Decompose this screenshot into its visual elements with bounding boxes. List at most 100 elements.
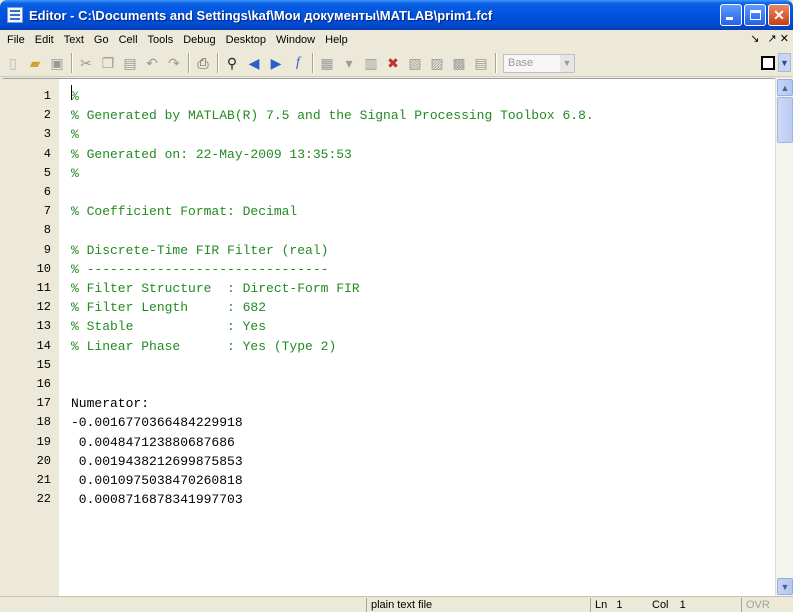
code-line[interactable]: 8	[3, 221, 775, 240]
vertical-scrollbar[interactable]: ▲ ▼	[775, 78, 793, 596]
step-out-icon[interactable]: ▧	[404, 52, 426, 74]
code-line[interactable]: 11 % Filter Structure : Direct-Form FIR	[3, 279, 775, 298]
code-line[interactable]: 16	[3, 375, 775, 394]
breakpoint-icon[interactable]: ▦	[316, 52, 338, 74]
line-number: 3	[43, 127, 51, 142]
code-line[interactable]: 12 % Filter Length : 682	[3, 298, 775, 317]
stack-icon[interactable]: ▾	[338, 52, 360, 74]
code-line[interactable]: 20 0.0019438212699875853	[3, 452, 775, 471]
toolbar-separator	[217, 53, 218, 73]
print-icon[interactable]: ⎙	[192, 52, 214, 74]
undock-close-icon[interactable]: ↗ ✕	[768, 32, 790, 45]
workspace-stack-label: Base	[508, 57, 534, 69]
toolbar-separator	[71, 53, 72, 73]
function-icon[interactable]: f	[287, 52, 309, 74]
menu-file[interactable]: File	[2, 34, 30, 46]
menu-window[interactable]: Window	[271, 34, 320, 46]
code-line[interactable]: 2 % Generated by MATLAB(R) 7.5 and the Si…	[3, 106, 775, 125]
code-editor[interactable]: 1% 2 % Generated by MATLAB(R) 7.5 and the …	[3, 78, 775, 596]
line-number: 10	[36, 261, 51, 276]
menu-cell[interactable]: Cell	[114, 34, 143, 46]
code-text: 0.0019438212699875853	[71, 453, 243, 469]
code-line[interactable]: 18 -0.0016770366484229918	[3, 413, 775, 432]
minimize-icon	[726, 17, 733, 20]
code-line[interactable]: 21 0.0010975038470260818	[3, 471, 775, 490]
code-line[interactable]: 19 0.004847123880687686	[3, 433, 775, 452]
code-line[interactable]: 6	[3, 183, 775, 202]
comment-text: % Linear Phase : Yes (Type 2)	[71, 338, 337, 354]
maximize-button[interactable]	[744, 4, 766, 26]
title-bar[interactable]: Editor - C:\Documents and Settings\kaf\М…	[0, 0, 793, 30]
code-line[interactable]: 14 % Linear Phase : Yes (Type 2)	[3, 337, 775, 356]
comment-text: % Generated on: 22-May-2009 13:35:53	[71, 146, 352, 162]
menu-help[interactable]: Help	[320, 34, 353, 46]
open-folder-icon[interactable]: ▰	[24, 52, 46, 74]
line-number: 2	[43, 108, 51, 123]
status-bar: plain text file Ln 1 Col 1 OVR	[0, 596, 793, 612]
toolbar: ▯ ▰ ▣ ✂ ❐ ▤ ↶ ↷ ⎙ ⚲ ◀ ▶ f ▦ ▾ ▥ ✖ ▧ ▨ ▩ …	[0, 50, 793, 77]
editor-app-icon[interactable]	[7, 7, 23, 23]
code-line[interactable]: 17 Numerator:	[3, 394, 775, 413]
dock-arrow-icon[interactable]: ↘	[750, 32, 759, 45]
back-icon[interactable]: ◀	[243, 52, 265, 74]
forward-icon[interactable]: ▶	[265, 52, 287, 74]
paste-icon[interactable]: ▤	[119, 52, 141, 74]
continue-icon[interactable]: ▨	[426, 52, 448, 74]
find-icon[interactable]: ⚲	[221, 52, 243, 74]
new-file-icon[interactable]: ▯	[2, 52, 24, 74]
scroll-up-button[interactable]: ▲	[777, 79, 793, 96]
code-line[interactable]: 9 % Discrete-Time FIR Filter (real)	[3, 241, 775, 260]
menu-tools[interactable]: Tools	[143, 34, 179, 46]
scroll-down-button[interactable]: ▼	[777, 578, 793, 595]
code-line[interactable]: 15	[3, 356, 775, 375]
menu-dock-controls: ↘ ↗ ✕	[750, 32, 789, 45]
line-number: 14	[36, 338, 51, 353]
line-number: 19	[36, 434, 51, 449]
line-number: 18	[36, 415, 51, 430]
step-in-icon[interactable]: ✖	[382, 52, 404, 74]
exit-debug-icon[interactable]: ▩	[448, 52, 470, 74]
scroll-thumb[interactable]	[777, 97, 793, 143]
code-line[interactable]: 13 % Stable : Yes	[3, 317, 775, 336]
line-number: 20	[36, 453, 51, 468]
chevron-down-icon: ▼	[560, 54, 574, 72]
save-icon[interactable]: ▣	[46, 52, 68, 74]
code-line[interactable]: 7 % Coefficient Format: Decimal	[3, 202, 775, 221]
menu-text[interactable]: Text	[59, 34, 89, 46]
code-line[interactable]: 10 % -------------------------------	[3, 260, 775, 279]
close-button[interactable]: ✕	[768, 4, 790, 26]
comment-text: % Coefficient Format: Decimal	[71, 204, 298, 220]
menu-desktop[interactable]: Desktop	[221, 34, 271, 46]
text-caret	[71, 85, 72, 100]
menu-go[interactable]: Go	[89, 34, 114, 46]
code-line[interactable]: 3%	[3, 125, 775, 144]
workspace-stack-select[interactable]: Base ▼	[503, 53, 575, 73]
line-number: 8	[43, 223, 51, 238]
maximize-icon	[750, 10, 761, 20]
code-line[interactable]: 4 % Generated on: 22-May-2009 13:35:53	[3, 145, 775, 164]
layout-icon[interactable]	[761, 55, 775, 70]
code-line[interactable]: 22 0.0008716878341997703	[3, 490, 775, 509]
comment-text: % Filter Structure : Direct-Form FIR	[71, 281, 360, 296]
code-line[interactable]: 1%	[3, 87, 775, 106]
redo-icon[interactable]: ↷	[163, 52, 185, 74]
comment-text: % -------------------------------	[71, 261, 329, 277]
menu-debug[interactable]: Debug	[178, 34, 220, 46]
menu-edit[interactable]: Edit	[30, 34, 59, 46]
line-number: 16	[36, 377, 51, 391]
exit-icon[interactable]: ▤	[470, 52, 492, 74]
step-icon[interactable]: ▥	[360, 52, 382, 74]
code-line[interactable]: 5%	[3, 164, 775, 183]
status-col-label: Col	[652, 599, 669, 611]
copy-icon[interactable]: ❐	[97, 52, 119, 74]
status-line: Ln 1	[590, 598, 648, 612]
cut-icon[interactable]: ✂	[75, 52, 97, 74]
undo-icon[interactable]: ↶	[141, 52, 163, 74]
close-icon: ✕	[773, 7, 785, 23]
minimize-button[interactable]	[720, 4, 742, 26]
comment-text: %	[71, 165, 79, 181]
comment-text: % Discrete-Time FIR Filter (real)	[71, 242, 329, 258]
code-text: 0.004847123880687686	[71, 434, 235, 450]
chevron-down-icon[interactable]: ▼	[778, 53, 791, 72]
comment-text: % Stable : Yes	[71, 319, 267, 335]
